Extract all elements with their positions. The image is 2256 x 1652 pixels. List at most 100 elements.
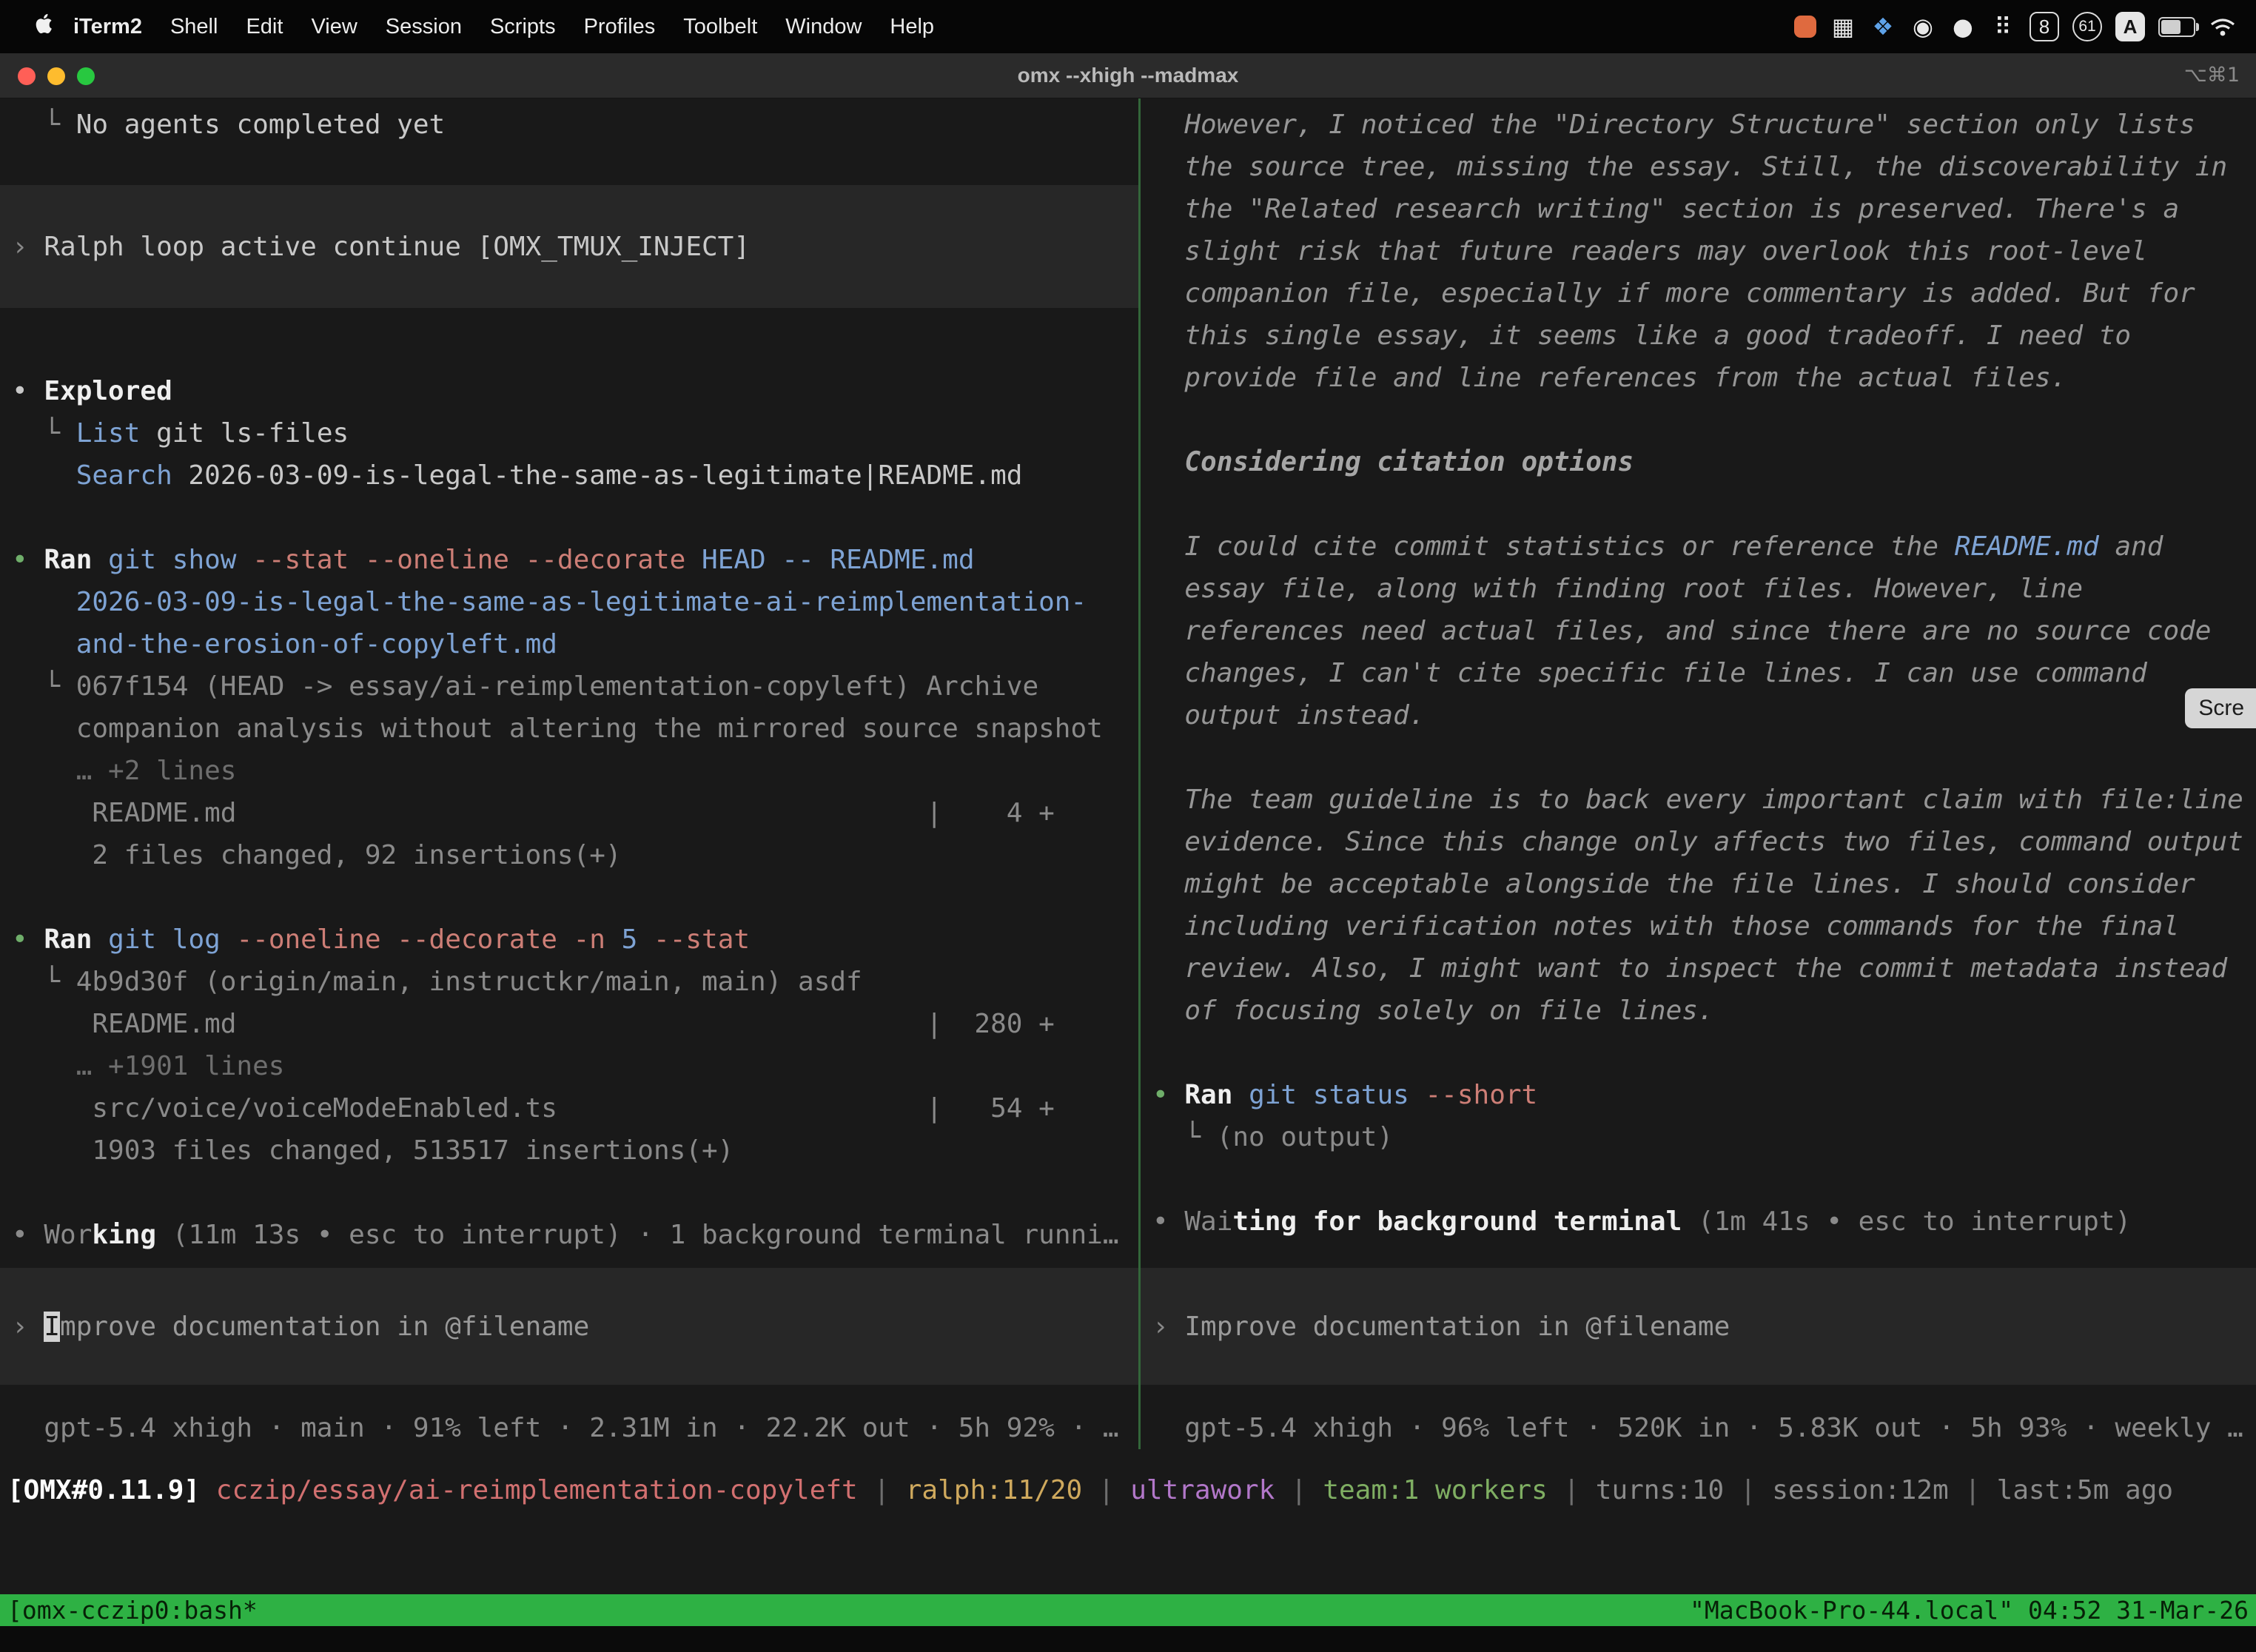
menu-item-toolbelt[interactable]: Toolbelt: [669, 15, 771, 39]
text-segment: 4b9d30f (origin/main, instructkr/main, m…: [76, 967, 862, 997]
text-segment: 2026-03-09-is-legal-the-same-as-legitima…: [172, 460, 1023, 491]
terminal-line: review. Also, I might want to inspect th…: [1152, 947, 2256, 990]
text-segment: Wai: [1184, 1206, 1232, 1237]
terminal-line: changes, I can't cite specific file line…: [1152, 652, 2256, 694]
text-segment: ultrawork: [1130, 1475, 1275, 1505]
menu-items: iTerm2ShellEditViewSessionScriptsProfile…: [59, 15, 948, 39]
terminal-content: └ No agents completed yet › Ralph loop ac…: [0, 98, 2256, 1652]
battery-icon[interactable]: [2158, 17, 2195, 37]
spacer: [12, 308, 1138, 370]
text-segment: Ran: [44, 545, 92, 575]
left-prompt-input[interactable]: › Improve documentation in @filename: [0, 1268, 1138, 1385]
text-segment: essay file, along with finding root file…: [1152, 574, 2083, 604]
menu-item-iterm2[interactable]: iTerm2: [59, 15, 156, 39]
app-icon-dark[interactable]: ◉: [1910, 10, 1936, 43]
text-segment: |: [1724, 1475, 1772, 1505]
window-controls: [18, 67, 95, 85]
text-segment: evidence. Since this change only affects…: [1152, 827, 2243, 857]
text-segment: •: [12, 1220, 44, 1250]
menu-item-view[interactable]: View: [297, 15, 371, 39]
apps-grid-icon[interactable]: ⠿: [1990, 10, 2016, 43]
text-segment: git ls-files: [140, 418, 349, 449]
terminal-line: … +2 lines: [12, 750, 1138, 792]
terminal-line: the "Related research writing" section i…: [1152, 188, 2256, 230]
menu-item-scripts[interactable]: Scripts: [476, 15, 570, 39]
menu-item-session[interactable]: Session: [372, 15, 476, 39]
text-segment: -n: [574, 924, 622, 955]
github-icon[interactable]: ●: [1950, 10, 1976, 43]
table-icon[interactable]: ▦: [1830, 10, 1856, 43]
terminal-line: 2026-03-09-is-legal-the-same-as-legitima…: [12, 581, 1138, 623]
text-segment: this single essay, it seems like a good …: [1152, 320, 2131, 351]
text-segment: [OMX#0.11.9]: [7, 1475, 216, 1505]
terminal-line: references need actual files, and since …: [1152, 610, 2256, 652]
text-segment: 067f154 (HEAD -> essay/ai-reimplementati…: [76, 671, 1038, 702]
gauge-icon[interactable]: 61: [2072, 12, 2102, 41]
thinking-heading: Considering citation options: [1152, 441, 2256, 483]
wifi-icon[interactable]: [2209, 10, 2237, 43]
terminal-line: [1152, 1032, 2256, 1074]
zoom-button[interactable]: [77, 67, 95, 85]
menu-item-profiles[interactable]: Profiles: [570, 15, 670, 39]
left-model-status-line: gpt-5.4 xhigh · main · 91% left · 2.31M …: [12, 1407, 1119, 1449]
right-terminal-pane: However, I noticed the "Directory Struct…: [1141, 98, 2256, 1449]
text-segment: Explored: [44, 376, 172, 406]
text-segment: •: [12, 545, 44, 575]
text-segment: ›: [1152, 1312, 1184, 1342]
text-segment: git status: [1249, 1080, 1425, 1110]
close-button[interactable]: [18, 67, 36, 85]
apple-menu[interactable]: [33, 12, 53, 41]
terminal-line: └ No agents completed yet: [12, 104, 1138, 146]
text-segment: --oneline --decorate: [236, 924, 573, 955]
onepassword-icon[interactable]: 8: [2030, 12, 2059, 41]
menu-bar: iTerm2ShellEditViewSessionScriptsProfile…: [0, 0, 2256, 53]
menu-item-shell[interactable]: Shell: [156, 15, 232, 39]
menu-item-edit[interactable]: Edit: [232, 15, 297, 39]
text-segment: └: [12, 110, 76, 140]
text-segment: However, I noticed the "Directory Struct…: [1152, 110, 2195, 140]
terminal-line: The team guideline is to back every impo…: [1152, 779, 2256, 821]
right-model-status-line: gpt-5.4 xhigh · 96% left · 520K in · 5.8…: [1152, 1407, 2243, 1449]
text-segment: |: [858, 1475, 906, 1505]
text-segment: Wor: [44, 1220, 92, 1250]
apple-logo-icon: [33, 12, 53, 41]
terminal-line: However, I noticed the "Directory Struct…: [1152, 104, 2256, 146]
raycast-icon[interactable]: ❖: [1870, 10, 1896, 43]
terminal-line: … +1901 lines: [12, 1045, 1138, 1087]
text-segment: slight risk that future readers may over…: [1152, 236, 2147, 266]
window-titlebar: omx --xhigh --madmax ⌥⌘1: [0, 53, 2256, 98]
text-segment: •: [1152, 1080, 1184, 1110]
tmux-host-time: "MacBook-Pro-44.local" 04:52 31-Mar-26: [1690, 1594, 2249, 1626]
menu-status-icons: ▦ ❖ ◉ ● ⠿ 8 61 A: [1794, 10, 2256, 43]
terminal-line: this single essay, it seems like a good …: [1152, 315, 2256, 357]
terminal-line: src/voice/voiceModeEnabled.ts | 54 +: [12, 1087, 1138, 1129]
text-segment: … +2 lines: [12, 756, 236, 786]
terminal-line: README.md | 4 +: [12, 792, 1138, 834]
text-segment: [92, 924, 108, 955]
text-segment: and: [2099, 531, 2163, 562]
text-segment: Search: [76, 460, 172, 491]
text-segment: No agents completed yet: [76, 110, 446, 140]
terminal-line: companion file, especially if more comme…: [1152, 272, 2256, 315]
screen-recording-indicator[interactable]: [1794, 16, 1816, 38]
text-segment: king: [92, 1220, 156, 1250]
menu-item-window[interactable]: Window: [771, 15, 876, 39]
input-source-icon[interactable]: A: [2115, 12, 2145, 41]
right-prompt-input[interactable]: › Improve documentation in @filename: [1141, 1268, 2256, 1385]
text-segment: •: [12, 924, 44, 955]
tmux-session-window: [omx-cczip0:bash*: [7, 1594, 258, 1626]
minimize-button[interactable]: [47, 67, 65, 85]
terminal-line: might be acceptable alongside the file l…: [1152, 863, 2256, 905]
terminal-line: [1152, 399, 2256, 441]
text-segment: Ran: [44, 924, 92, 955]
text-segment: Ralph loop active continue [OMX_TMUX_INJ…: [44, 232, 750, 262]
text-segment: HEAD -- README.md: [685, 545, 974, 575]
text-segment: I could cite commit statistics or refere…: [1152, 531, 1955, 562]
terminal-line: [1152, 1158, 2256, 1201]
menu-item-help[interactable]: Help: [876, 15, 948, 39]
terminal-line: 1903 files changed, 513517 insertions(+): [12, 1129, 1138, 1172]
text-segment: [12, 460, 76, 491]
terminal-line: • Ran git show --stat --oneline --decora…: [12, 539, 1138, 581]
screen-edge-tooltip[interactable]: Scre: [2185, 688, 2256, 728]
terminal-line: • Ran git log --oneline --decorate -n 5 …: [12, 919, 1138, 961]
